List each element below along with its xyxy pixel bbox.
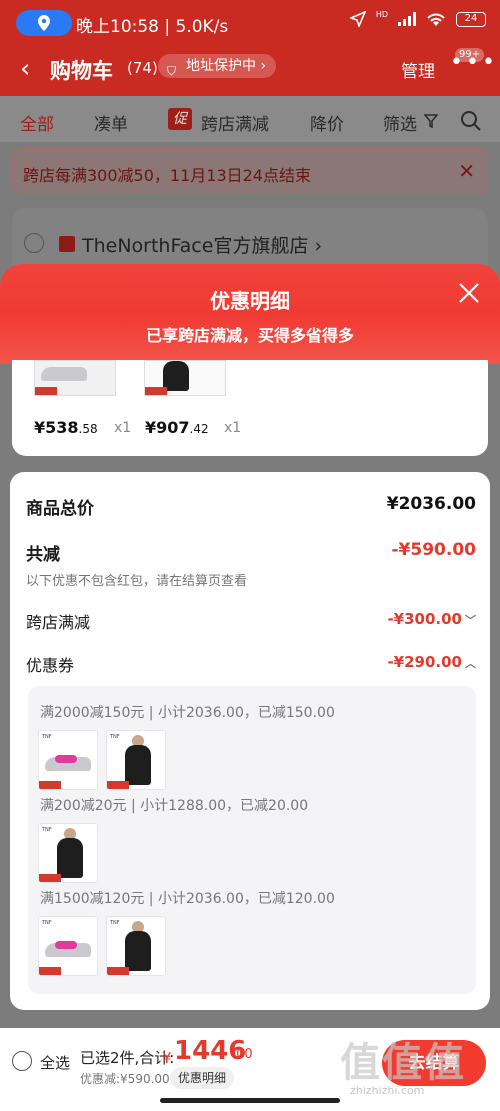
total-decimal: .00 (232, 1047, 253, 1062)
panel-subtitle: 已享跨店满减，买得多省得多 (145, 326, 354, 345)
close-icon[interactable]: ✕ (458, 159, 475, 183)
item-summary: ¥538.58 x1 ¥907.42 x1 (12, 360, 488, 456)
filter-icon[interactable] (424, 114, 438, 128)
item-price: ¥538.58 (34, 418, 98, 437)
brand-logo: TNF (110, 920, 120, 926)
chevron-right-icon: › (314, 235, 323, 257)
chevron-right-icon: › (260, 58, 267, 74)
chevron-up-icon: ︿ (465, 657, 476, 670)
tab-all[interactable]: 全部 (20, 110, 54, 135)
promo-badge: 促 (168, 108, 192, 130)
brand-logo: TNF (42, 734, 52, 740)
jacket-image (125, 745, 151, 785)
price-tag-icon (145, 387, 167, 395)
discount-detail-panel-header: 优惠明细 已享跨店满减，买得多省得多 (0, 264, 500, 364)
watermark-url: zhizhizhi.com (350, 1084, 425, 1097)
price-tag-icon (39, 874, 61, 882)
search-icon[interactable] (460, 110, 482, 132)
discount-detail-card: 商品总价 ¥2036.00 共减 -¥590.00 以下优惠不包含红包，请在结算… (10, 472, 490, 1010)
back-icon[interactable]: ‹ (20, 56, 30, 82)
select-all-checkbox[interactable] (12, 1051, 32, 1071)
address-protect-badge[interactable]: ⛉ 地址保护中 › (158, 54, 277, 78)
discount-detail-button[interactable]: 优惠明细 (170, 1067, 235, 1089)
total-label: 商品总价 (26, 499, 94, 519)
product-thumbnail[interactable]: TNF (106, 730, 166, 790)
shoe-accent (55, 755, 77, 763)
selected-count: 已选2件,合计: (80, 1049, 175, 1067)
status-icons: HD 24 (349, 9, 486, 27)
tab-cross-store[interactable]: 跨店满减 (201, 110, 269, 135)
total-value: ¥2036.00 (386, 494, 476, 514)
cart-count: (74) (127, 59, 158, 77)
manage-button[interactable]: 管理 (401, 57, 435, 82)
shoe-image (41, 367, 87, 381)
price-tag-icon (39, 967, 61, 975)
coupon-label: 优惠券 (26, 656, 75, 675)
panel-title: 优惠明细 (210, 289, 290, 313)
price-tag-icon (39, 781, 61, 789)
store-checkbox[interactable] (24, 233, 44, 253)
brand-logo: TNF (42, 827, 52, 833)
wifi-icon (427, 13, 445, 26)
tab-filter[interactable]: 筛选 (383, 110, 417, 135)
hd-signal-icon: HD (375, 9, 388, 19)
store-name[interactable]: TheNorthFace官方旗舰店 › (82, 231, 322, 258)
coupon-rule: 满1500减120元 | 小计2036.00，已减120.00 (40, 891, 335, 907)
location-icon (38, 15, 50, 31)
price-tag-icon (35, 387, 57, 395)
shield-icon: ⛉ (167, 64, 177, 78)
jacket-image (125, 931, 151, 971)
cross-store-row[interactable]: -¥300.00 ﹀ (387, 610, 476, 628)
coupon-row[interactable]: -¥290.00 ︿ (387, 653, 476, 671)
product-thumbnail[interactable]: TNF (38, 916, 98, 976)
more-icon[interactable]: • • • (450, 52, 495, 74)
watermark-logo: 值值值 (340, 1040, 466, 1086)
signal-bars-icon (398, 12, 416, 26)
total-currency: ¥ (162, 1049, 172, 1067)
product-thumbnail[interactable] (34, 360, 116, 396)
reduce-label: 共减 (26, 545, 60, 565)
price-tag-icon (107, 967, 129, 975)
cross-store-label: 跨店满减 (26, 613, 91, 632)
discount-summary: 优惠减:¥590.00 (80, 1072, 170, 1086)
location-indicator (16, 10, 72, 36)
battery-icon: 24 (456, 11, 486, 27)
cart-header: ‹ 购物车 (74) ⛉ 地址保护中 › 管理 99+ • • • (0, 44, 500, 96)
price-tag-icon (107, 781, 129, 789)
promo-notice-text: 跨店每满300减50，11月13日24点结束 (23, 166, 311, 185)
tab-price-drop[interactable]: 降价 (310, 110, 344, 135)
filter-tabs: 全部 凑单 促 跨店满减 降价 筛选 (0, 96, 500, 142)
close-icon[interactable] (458, 282, 480, 304)
coupon-rule: 满2000减150元 | 小计2036.00，已减150.00 (40, 705, 335, 721)
item-quantity: x1 (114, 420, 132, 436)
item-price: ¥907.42 (145, 418, 209, 437)
product-thumbnail[interactable] (144, 360, 226, 396)
brand-logo: TNF (110, 734, 120, 740)
jacket-image (57, 838, 83, 878)
brand-logo: TNF (42, 920, 52, 926)
shoe-accent (55, 941, 77, 949)
promo-notice: 跨店每满300减50，11月13日24点结束 ✕ (12, 148, 488, 194)
coupon-breakdown: 满2000减150元 | 小计2036.00，已减150.00 TNF TNF … (28, 686, 476, 994)
navigation-arrow-icon (349, 11, 366, 27)
coupon-rule: 满200减20元 | 小计1288.00，已减20.00 (40, 798, 309, 814)
reduce-value: -¥590.00 (391, 540, 477, 560)
store-logo-icon (59, 236, 75, 252)
red-packet-hint: 以下优惠不包含红包，请在结算页查看 (26, 574, 248, 589)
select-all-label[interactable]: 全选 (40, 1052, 70, 1073)
product-thumbnail[interactable]: TNF (106, 916, 166, 976)
tab-bundle[interactable]: 凑单 (94, 110, 128, 135)
product-thumbnail[interactable]: TNF (38, 730, 98, 790)
address-protect-label: 地址保护中 (186, 58, 256, 74)
status-bar: 晚上10:58 | 5.0K/s HD 24 (0, 0, 500, 44)
page-title: 购物车 (50, 59, 113, 83)
product-thumbnail[interactable]: TNF (38, 823, 98, 883)
home-indicator[interactable] (160, 1098, 340, 1103)
status-time: 晚上10:58 | 5.0K/s (76, 17, 229, 37)
chevron-down-icon: ﹀ (465, 614, 476, 627)
item-quantity: x1 (224, 420, 242, 436)
